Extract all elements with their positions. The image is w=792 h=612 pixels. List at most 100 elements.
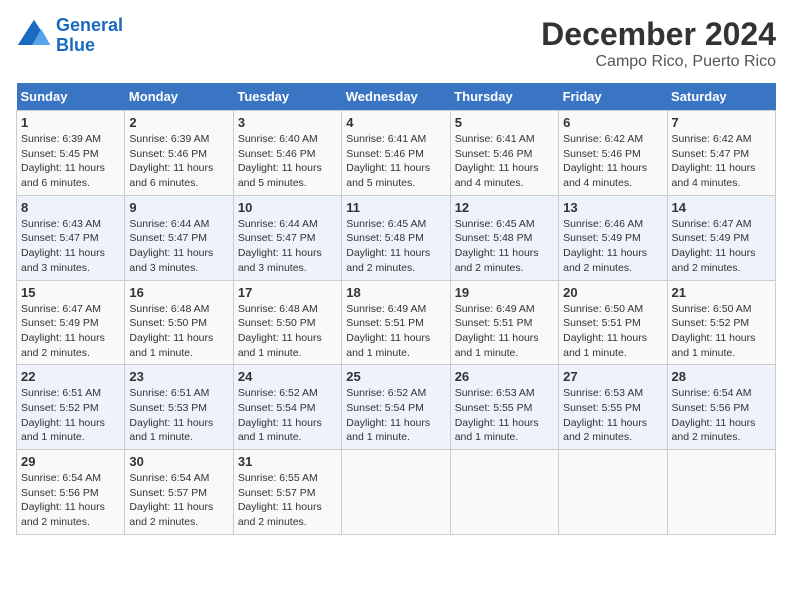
calendar-cell: 21 Sunrise: 6:50 AMSunset: 5:52 PMDaylig… <box>667 280 775 365</box>
day-number: 12 <box>455 200 554 215</box>
day-number: 3 <box>238 115 337 130</box>
logo: General Blue <box>16 16 123 56</box>
calendar-cell: 28 Sunrise: 6:54 AMSunset: 5:56 PMDaylig… <box>667 365 775 450</box>
calendar-cell: 31 Sunrise: 6:55 AMSunset: 5:57 PMDaylig… <box>233 450 341 535</box>
calendar-cell <box>342 450 450 535</box>
calendar-cell: 26 Sunrise: 6:53 AMSunset: 5:55 PMDaylig… <box>450 365 558 450</box>
cell-info: Sunrise: 6:53 AMSunset: 5:55 PMDaylight:… <box>455 386 554 445</box>
cell-info: Sunrise: 6:47 AMSunset: 5:49 PMDaylight:… <box>21 302 120 361</box>
cell-info: Sunrise: 6:44 AMSunset: 5:47 PMDaylight:… <box>129 217 228 276</box>
calendar-cell: 29 Sunrise: 6:54 AMSunset: 5:56 PMDaylig… <box>17 450 125 535</box>
calendar-cell: 24 Sunrise: 6:52 AMSunset: 5:54 PMDaylig… <box>233 365 341 450</box>
header-thursday: Thursday <box>450 83 558 111</box>
cell-info: Sunrise: 6:39 AMSunset: 5:46 PMDaylight:… <box>129 132 228 191</box>
calendar-cell: 8 Sunrise: 6:43 AMSunset: 5:47 PMDayligh… <box>17 195 125 280</box>
day-number: 6 <box>563 115 662 130</box>
calendar-week-row: 1 Sunrise: 6:39 AMSunset: 5:45 PMDayligh… <box>17 111 776 196</box>
day-number: 4 <box>346 115 445 130</box>
day-number: 19 <box>455 285 554 300</box>
cell-info: Sunrise: 6:43 AMSunset: 5:47 PMDaylight:… <box>21 217 120 276</box>
calendar-cell: 5 Sunrise: 6:41 AMSunset: 5:46 PMDayligh… <box>450 111 558 196</box>
cell-info: Sunrise: 6:52 AMSunset: 5:54 PMDaylight:… <box>238 386 337 445</box>
title-block: December 2024 Campo Rico, Puerto Rico <box>541 16 776 71</box>
day-number: 20 <box>563 285 662 300</box>
calendar-cell: 11 Sunrise: 6:45 AMSunset: 5:48 PMDaylig… <box>342 195 450 280</box>
day-number: 29 <box>21 454 120 469</box>
calendar-cell: 4 Sunrise: 6:41 AMSunset: 5:46 PMDayligh… <box>342 111 450 196</box>
calendar-cell: 6 Sunrise: 6:42 AMSunset: 5:46 PMDayligh… <box>559 111 667 196</box>
cell-info: Sunrise: 6:39 AMSunset: 5:45 PMDaylight:… <box>21 132 120 191</box>
cell-info: Sunrise: 6:54 AMSunset: 5:56 PMDaylight:… <box>21 471 120 530</box>
calendar-cell <box>450 450 558 535</box>
header-saturday: Saturday <box>667 83 775 111</box>
day-number: 23 <box>129 369 228 384</box>
day-number: 27 <box>563 369 662 384</box>
day-number: 10 <box>238 200 337 215</box>
day-number: 17 <box>238 285 337 300</box>
cell-info: Sunrise: 6:53 AMSunset: 5:55 PMDaylight:… <box>563 386 662 445</box>
day-number: 5 <box>455 115 554 130</box>
cell-info: Sunrise: 6:49 AMSunset: 5:51 PMDaylight:… <box>346 302 445 361</box>
calendar-header-row: SundayMondayTuesdayWednesdayThursdayFrid… <box>17 83 776 111</box>
cell-info: Sunrise: 6:51 AMSunset: 5:52 PMDaylight:… <box>21 386 120 445</box>
day-number: 9 <box>129 200 228 215</box>
calendar-cell: 14 Sunrise: 6:47 AMSunset: 5:49 PMDaylig… <box>667 195 775 280</box>
day-number: 24 <box>238 369 337 384</box>
header-tuesday: Tuesday <box>233 83 341 111</box>
cell-info: Sunrise: 6:42 AMSunset: 5:46 PMDaylight:… <box>563 132 662 191</box>
calendar-cell <box>667 450 775 535</box>
calendar-cell: 9 Sunrise: 6:44 AMSunset: 5:47 PMDayligh… <box>125 195 233 280</box>
cell-info: Sunrise: 6:50 AMSunset: 5:51 PMDaylight:… <box>563 302 662 361</box>
logo-text: General Blue <box>56 16 123 56</box>
calendar-cell: 1 Sunrise: 6:39 AMSunset: 5:45 PMDayligh… <box>17 111 125 196</box>
calendar-cell <box>559 450 667 535</box>
day-number: 2 <box>129 115 228 130</box>
day-number: 30 <box>129 454 228 469</box>
calendar-table: SundayMondayTuesdayWednesdayThursdayFrid… <box>16 83 776 535</box>
day-number: 8 <box>21 200 120 215</box>
day-number: 28 <box>672 369 771 384</box>
calendar-cell: 25 Sunrise: 6:52 AMSunset: 5:54 PMDaylig… <box>342 365 450 450</box>
day-number: 31 <box>238 454 337 469</box>
cell-info: Sunrise: 6:48 AMSunset: 5:50 PMDaylight:… <box>238 302 337 361</box>
day-number: 18 <box>346 285 445 300</box>
cell-info: Sunrise: 6:40 AMSunset: 5:46 PMDaylight:… <box>238 132 337 191</box>
calendar-week-row: 8 Sunrise: 6:43 AMSunset: 5:47 PMDayligh… <box>17 195 776 280</box>
page-title: December 2024 <box>541 16 776 53</box>
calendar-cell: 2 Sunrise: 6:39 AMSunset: 5:46 PMDayligh… <box>125 111 233 196</box>
calendar-cell: 13 Sunrise: 6:46 AMSunset: 5:49 PMDaylig… <box>559 195 667 280</box>
day-number: 16 <box>129 285 228 300</box>
calendar-cell: 30 Sunrise: 6:54 AMSunset: 5:57 PMDaylig… <box>125 450 233 535</box>
calendar-cell: 10 Sunrise: 6:44 AMSunset: 5:47 PMDaylig… <box>233 195 341 280</box>
cell-info: Sunrise: 6:51 AMSunset: 5:53 PMDaylight:… <box>129 386 228 445</box>
calendar-cell: 7 Sunrise: 6:42 AMSunset: 5:47 PMDayligh… <box>667 111 775 196</box>
calendar-cell: 23 Sunrise: 6:51 AMSunset: 5:53 PMDaylig… <box>125 365 233 450</box>
calendar-cell: 17 Sunrise: 6:48 AMSunset: 5:50 PMDaylig… <box>233 280 341 365</box>
day-number: 26 <box>455 369 554 384</box>
day-number: 1 <box>21 115 120 130</box>
day-number: 13 <box>563 200 662 215</box>
calendar-cell: 27 Sunrise: 6:53 AMSunset: 5:55 PMDaylig… <box>559 365 667 450</box>
day-number: 14 <box>672 200 771 215</box>
cell-info: Sunrise: 6:55 AMSunset: 5:57 PMDaylight:… <box>238 471 337 530</box>
day-number: 25 <box>346 369 445 384</box>
calendar-cell: 20 Sunrise: 6:50 AMSunset: 5:51 PMDaylig… <box>559 280 667 365</box>
cell-info: Sunrise: 6:45 AMSunset: 5:48 PMDaylight:… <box>346 217 445 276</box>
cell-info: Sunrise: 6:41 AMSunset: 5:46 PMDaylight:… <box>346 132 445 191</box>
cell-info: Sunrise: 6:52 AMSunset: 5:54 PMDaylight:… <box>346 386 445 445</box>
day-number: 7 <box>672 115 771 130</box>
header-wednesday: Wednesday <box>342 83 450 111</box>
cell-info: Sunrise: 6:46 AMSunset: 5:49 PMDaylight:… <box>563 217 662 276</box>
calendar-week-row: 22 Sunrise: 6:51 AMSunset: 5:52 PMDaylig… <box>17 365 776 450</box>
header-friday: Friday <box>559 83 667 111</box>
cell-info: Sunrise: 6:42 AMSunset: 5:47 PMDaylight:… <box>672 132 771 191</box>
calendar-cell: 15 Sunrise: 6:47 AMSunset: 5:49 PMDaylig… <box>17 280 125 365</box>
cell-info: Sunrise: 6:41 AMSunset: 5:46 PMDaylight:… <box>455 132 554 191</box>
calendar-cell: 19 Sunrise: 6:49 AMSunset: 5:51 PMDaylig… <box>450 280 558 365</box>
logo-icon <box>16 18 52 54</box>
header-monday: Monday <box>125 83 233 111</box>
header-sunday: Sunday <box>17 83 125 111</box>
calendar-cell: 16 Sunrise: 6:48 AMSunset: 5:50 PMDaylig… <box>125 280 233 365</box>
calendar-week-row: 29 Sunrise: 6:54 AMSunset: 5:56 PMDaylig… <box>17 450 776 535</box>
day-number: 11 <box>346 200 445 215</box>
